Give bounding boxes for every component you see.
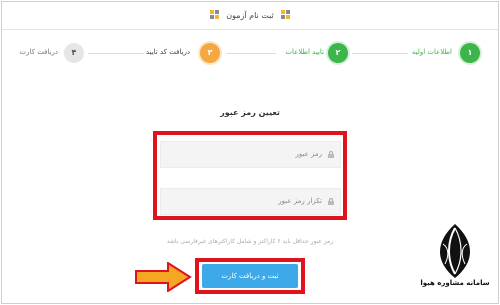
step-4-label: دریافت کارت — [19, 48, 58, 56]
page-title: ثبت نام آزمون — [226, 11, 274, 20]
submit-button[interactable]: ثبت و دریافت کارت — [202, 264, 298, 288]
confirm-password-field[interactable]: تکرار رمز عبور — [160, 188, 341, 215]
step-1-label: اطلاعات اولیه — [411, 48, 452, 56]
step-2-number: ۲ — [328, 43, 348, 63]
step-3: دریافت کد تایید ۳ — [134, 43, 220, 63]
logo-icon — [440, 224, 470, 278]
step-4: دریافت کارت ۴ — [14, 43, 86, 63]
form-title: تعیین رمز عبور — [220, 108, 280, 117]
password-placeholder: رمز عبور — [295, 150, 322, 158]
lock-icon — [328, 151, 334, 158]
step-3-number: ۳ — [200, 43, 220, 63]
confirm-password-placeholder: تکرار رمز عبور — [278, 197, 322, 205]
lock-icon — [328, 198, 334, 205]
step-3-label: دریافت کد تایید — [145, 48, 190, 56]
arrow-right-icon — [135, 262, 192, 292]
step-1: اطلاعات اولیه ۱ — [400, 43, 480, 63]
logo-text: سامانه مشاوره هیوا — [420, 279, 490, 287]
header-divider — [2, 29, 498, 30]
step-4-number: ۴ — [64, 43, 84, 63]
step-2-label: تایید اطلاعات — [285, 48, 324, 56]
password-field[interactable]: رمز عبور — [160, 141, 341, 168]
step-2: تایید اطلاعات ۲ — [266, 43, 352, 63]
header-decoration-icon — [281, 10, 291, 20]
step-1-number: ۱ — [460, 43, 480, 63]
